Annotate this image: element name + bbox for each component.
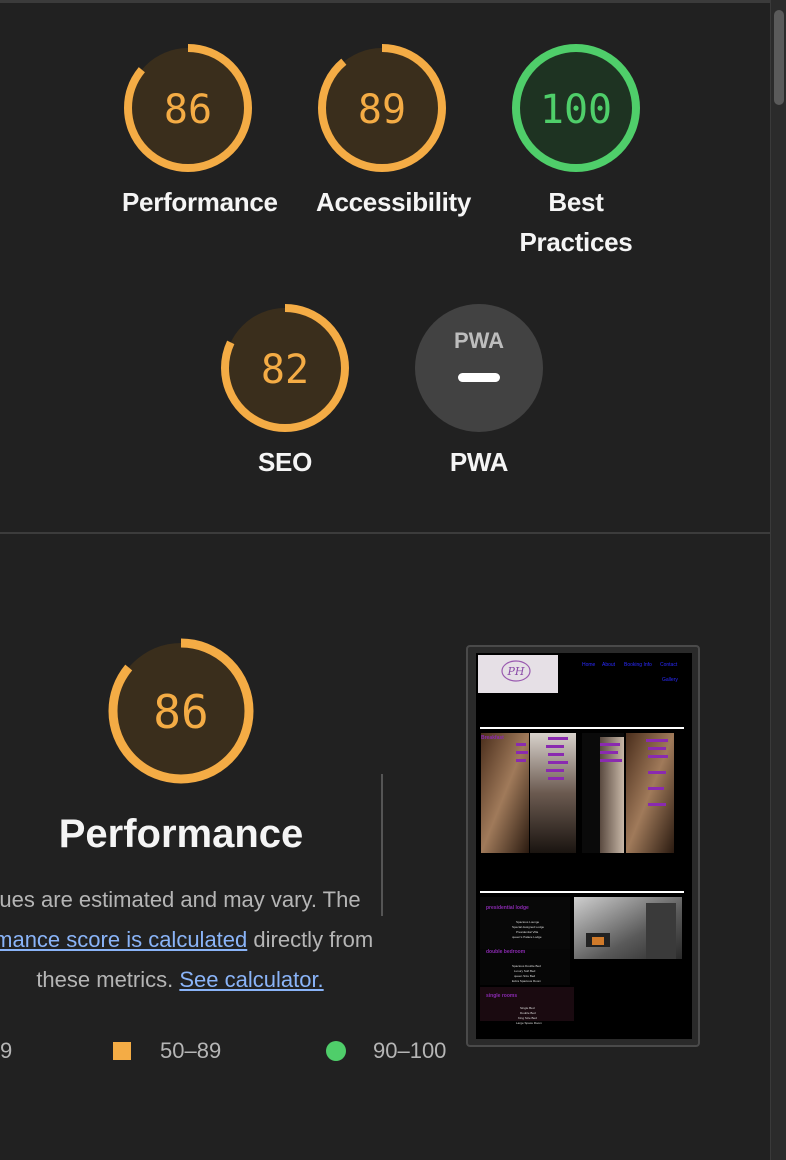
screenshot-thumbnail: PH Home About Booking Info Contact Galle… [476,653,692,1039]
thumb-room-2-item-0: Single Bed [520,1006,535,1010]
thumb-room-1-item-2: queen Size Bed [514,974,536,978]
gauge-seo[interactable]: 82 SEO [219,302,351,482]
top-border [0,0,770,3]
desc-line-2-text: directly from [247,927,374,952]
thumb-menu-heading: Breakfast [481,735,504,741]
best-practices-label-line1: Best [548,187,604,217]
thumb-room-1-item-0: Spacious Double Bed [512,964,541,968]
final-screenshot[interactable]: PH Home About Booking Info Contact Galle… [466,645,700,1047]
performance-large-gauge: 86 [108,638,254,784]
seo-score: 82 [261,347,309,393]
accessibility-gauge-ring: 89 [318,44,446,172]
thumb-nav-0: Home [582,662,596,668]
performance-score: 86 [164,87,212,133]
thumb-room-0-item-1: Special designed Lodge [512,925,544,929]
thumb-room-0-title: presidential lodge [486,905,529,911]
pwa-badge-icon: PWA [454,328,504,353]
performance-heading: Performance [58,812,304,856]
desc-line-3: these metrics. See calculator. [0,960,400,1000]
scrollbar-thumb[interactable] [774,10,784,105]
desc-line-3-text: these metrics. [36,967,180,992]
see-calculator-link[interactable]: See calculator. [179,967,323,992]
gauge-accessibility[interactable]: 89 Accessibility [316,42,472,222]
thumb-room-2-item-1: Double Bed [520,1011,536,1015]
legend-average-square-icon [113,1042,131,1060]
desc-line-2: rmance score is calculated directly from [0,920,400,960]
thumb-room-2-title: single rooms [486,993,517,999]
thumb-room-0-item-2: Presidential Villa [516,930,538,934]
performance-gauge-ring: 86 [124,44,252,172]
gauge-label-accessibility: Accessibility [316,187,472,217]
gauge-label-performance: Performance [122,187,278,217]
best-practices-label-line2: Practices [519,227,633,257]
section-divider [0,532,770,534]
gauge-pwa[interactable]: PWA PWA [413,302,545,482]
legend-average-range: 50–89 [160,1038,222,1063]
gauge-best-practices[interactable]: 100 Best Practices [510,42,642,262]
scrollbar[interactable] [770,0,786,1160]
gauge-label-pwa: PWA [449,447,509,477]
thumb-room-2-item-2: King Size Bed [518,1016,537,1020]
gauge-performance[interactable]: 86 Performance [122,42,278,222]
best-practices-gauge-ring: 100 [512,44,640,172]
legend-pass-range: 90–100 [373,1038,447,1063]
thumb-room-1-item-1: Luxury Soft Bed [514,969,536,973]
thumb-nav-3: Contact [660,662,678,668]
thumb-nav-2: Booking Info [624,662,652,668]
desc-line-1: ues are estimated and may vary. The [0,887,361,912]
seo-gauge-ring: 82 [221,304,349,432]
performance-large-score: 86 [153,685,208,739]
performance-description: ues are estimated and may vary. The rman… [0,880,400,1000]
gauge-label-seo: SEO [257,447,312,477]
pwa-gauge: PWA [415,304,543,432]
pwa-dash-icon [458,373,500,382]
thumb-nav-4: Gallery [662,677,678,683]
thumb-room-0-item-0: Spacious Lounge [516,920,540,924]
screenshot-image: PH Home About Booking Info Contact Galle… [478,655,684,1025]
legend-pass-circle-icon [326,1041,346,1061]
svg-text:PH: PH [507,665,525,678]
score-calculated-link[interactable]: rmance score is calculated [0,927,247,952]
thumb-nav-1: About [602,662,616,668]
gauge-label-best-practices: Best Practices [510,182,642,262]
thumb-room-1-title: double bedroom [486,949,526,955]
legend-fail-range: 9 [0,1038,13,1063]
best-practices-score: 100 [540,87,612,133]
accessibility-score: 89 [358,87,406,133]
thumb-room-1-item-3: Extra Spacious Room [512,979,542,983]
thumb-room-2-item-3: Large Space Room [516,1021,542,1025]
thumb-room-0-item-3: queen's Palace Lodge [512,935,542,939]
